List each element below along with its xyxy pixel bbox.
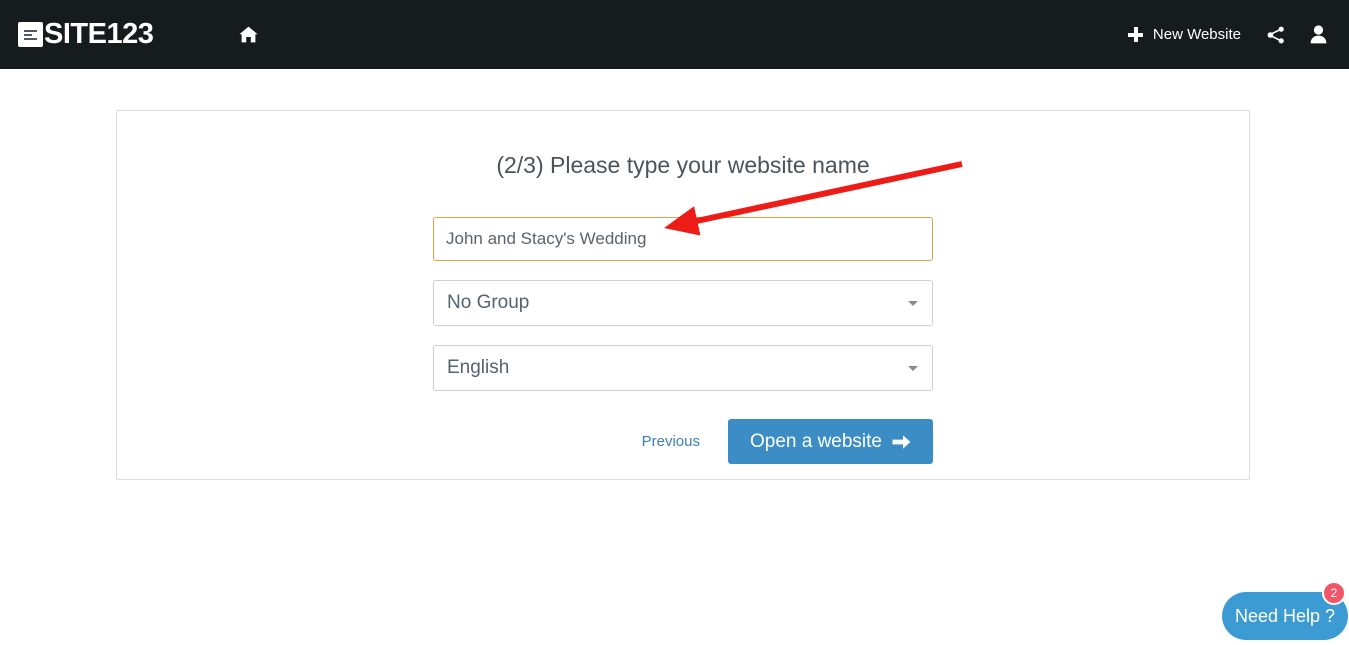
- user-icon: [1310, 25, 1326, 44]
- website-setup-card: (2/3) Please type your website name No G…: [116, 110, 1250, 480]
- open-website-label: Open a website: [749, 431, 882, 452]
- brand-logo[interactable]: SITE123: [18, 0, 154, 69]
- chevron-down-icon: [908, 366, 918, 371]
- home-button[interactable]: [233, 20, 263, 50]
- chevron-down-icon: [908, 301, 918, 306]
- form-actions: Previous Open a website: [433, 419, 933, 464]
- plus-icon: [1127, 27, 1143, 42]
- share-button[interactable]: [1255, 0, 1297, 69]
- language-select-value: English: [447, 357, 510, 378]
- group-select-value: No Group: [447, 292, 530, 313]
- open-website-button[interactable]: Open a website: [727, 419, 933, 464]
- need-help-label: Need Help ?: [1234, 605, 1336, 626]
- top-navigation-bar: SITE123 New Website: [0, 0, 1349, 69]
- language-select[interactable]: English: [433, 345, 933, 391]
- form-fields: No Group English: [433, 217, 933, 391]
- account-button[interactable]: [1297, 0, 1339, 69]
- need-help-badge: 2: [1322, 581, 1346, 605]
- previous-button[interactable]: Previous: [642, 433, 700, 450]
- share-icon: [1267, 26, 1284, 43]
- brand-name: SITE123: [44, 18, 154, 50]
- new-website-label: New Website: [1152, 26, 1241, 43]
- home-icon: [239, 26, 258, 43]
- document-lines-icon: [18, 22, 43, 47]
- need-help-button[interactable]: Need Help ? 2: [1222, 581, 1348, 640]
- website-name-input[interactable]: [433, 217, 933, 261]
- top-nav-right-group: New Website: [1114, 0, 1349, 69]
- page-title: (2/3) Please type your website name: [496, 152, 870, 178]
- new-website-button[interactable]: New Website: [1114, 0, 1255, 69]
- arrow-right-icon: [892, 434, 911, 449]
- group-select[interactable]: No Group: [433, 280, 933, 326]
